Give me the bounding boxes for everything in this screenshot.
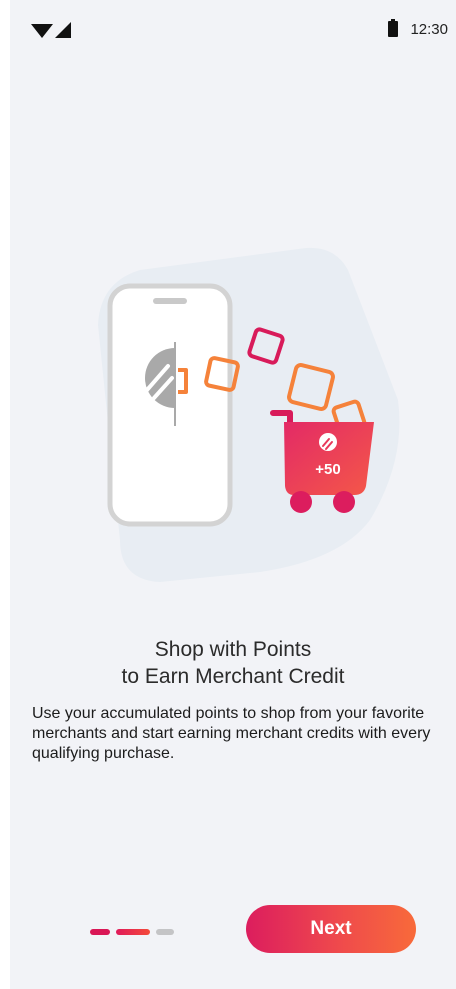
cellular-signal-icon: [55, 22, 71, 38]
title-line-2: to Earn Merchant Credit: [121, 665, 345, 688]
onboarding-title: Shop with Points to Earn Merchant Credit: [10, 636, 456, 690]
status-right-group: 12:30: [388, 18, 448, 40]
onboarding-illustration: +50: [98, 247, 400, 582]
next-button[interactable]: Next: [246, 905, 416, 953]
cart-points-badge: +50: [315, 461, 340, 478]
onboarding-screen: 12:30 +50 Shop with Points to Earn Merch…: [10, 0, 456, 989]
battery-icon: [388, 19, 399, 37]
page-dot-1: [90, 929, 110, 935]
wifi-icon: [31, 24, 53, 38]
title-line-1: Shop with Points: [154, 638, 312, 661]
status-time: 12:30: [410, 20, 448, 38]
page-indicator: [90, 929, 174, 935]
status-left-icons: [31, 22, 71, 38]
onboarding-description: Use your accumulated points to shop from…: [32, 705, 431, 762]
status-bar: 12:30: [10, 0, 456, 60]
page-dot-3: [156, 929, 174, 935]
page-dot-2: [116, 929, 150, 935]
